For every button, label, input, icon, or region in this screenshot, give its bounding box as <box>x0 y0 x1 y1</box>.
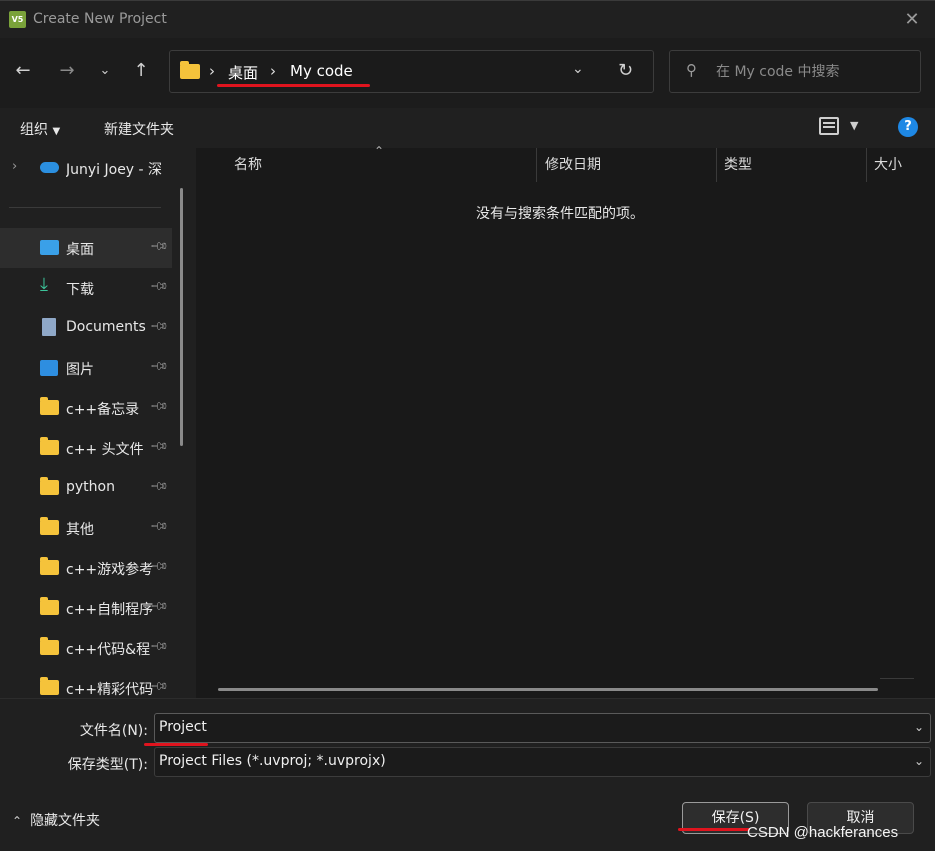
new-folder-button[interactable]: 新建文件夹 <box>104 119 174 139</box>
sidebar-item-pictures[interactable]: 图片 📌︎ <box>0 348 172 388</box>
filetype-label: 保存类型(T): <box>67 757 148 773</box>
chevron-down-icon[interactable]: ⌄ <box>572 61 584 77</box>
column-divider[interactable] <box>716 148 717 182</box>
folder-icon <box>40 557 59 575</box>
help-icon[interactable]: ? <box>898 117 918 137</box>
sidebar-item-label: Junyi Joey - 深 <box>66 162 163 178</box>
sidebar-item-desktop[interactable]: 桌面 📌︎ <box>0 228 172 268</box>
filename-value: Project <box>159 719 207 735</box>
sidebar-item-downloads[interactable]: ⤓ 下载 📌︎ <box>0 268 172 308</box>
sidebar-item-folder[interactable]: c++ 头文件 📌︎ <box>0 428 172 468</box>
watermark: CSDN @hackferances <box>747 824 899 841</box>
folder-icon <box>40 437 59 455</box>
column-divider[interactable] <box>866 148 867 182</box>
arrow-left-icon[interactable]: ← <box>10 58 36 84</box>
sidebar-item-onedrive[interactable]: › Junyi Joey - 深 <box>0 148 172 188</box>
sidebar-item-folder[interactable]: 其他 📌︎ <box>0 508 172 548</box>
file-list: ⌃ 名称 修改日期 类型 大小 没有与搜索条件匹配的项。 <box>196 144 935 698</box>
desktop-icon <box>40 240 59 255</box>
folder-icon <box>40 677 59 695</box>
sidebar-item-label: 图片 <box>66 362 94 378</box>
window-title: Create New Project <box>33 11 167 27</box>
refresh-icon[interactable]: ↻ <box>618 60 633 81</box>
folder-icon <box>40 637 59 655</box>
filename-field[interactable]: Project ⌄ <box>154 713 931 743</box>
download-icon: ⤓ <box>40 274 48 295</box>
sidebar-item-label: c++代码&程 <box>66 642 151 658</box>
column-header-type[interactable]: 类型 <box>724 154 752 174</box>
search-box[interactable]: ⚲ <box>669 50 921 93</box>
save-form: 文件名(N): Project ⌄ 保存类型(T): Project Files… <box>0 698 935 851</box>
organize-label: 组织 <box>20 122 48 138</box>
column-header-size[interactable]: 大小 <box>874 154 902 174</box>
chevron-right-icon[interactable]: › <box>12 159 17 174</box>
sidebar-item-label: python <box>66 479 115 495</box>
folder-icon <box>40 597 59 615</box>
sidebar-item-label: 桌面 <box>66 242 94 258</box>
filetype-select[interactable]: Project Files (*.uvproj; *.uvprojx) ⌄ <box>154 747 931 777</box>
empty-message: 没有与搜索条件匹配的项。 <box>476 206 644 222</box>
arrow-up-icon[interactable]: ↑ <box>128 58 154 84</box>
filename-label: 文件名(N): <box>79 723 148 739</box>
close-icon[interactable]: ✕ <box>901 9 923 31</box>
sidebar-divider <box>9 207 161 208</box>
scroll-end-line <box>880 678 914 679</box>
sidebar-item-documents[interactable]: Documents 📌︎ <box>0 308 172 348</box>
document-icon <box>42 318 56 336</box>
horizontal-scrollbar[interactable] <box>218 688 878 691</box>
breadcrumb-desktop[interactable]: 桌面 <box>228 62 258 83</box>
caret-down-icon[interactable]: ▼ <box>850 119 858 132</box>
annotation-underline <box>144 743 208 746</box>
annotation-underline <box>678 828 750 831</box>
chevron-down-icon[interactable]: ⌄ <box>914 754 924 768</box>
sidebar-item-label: c++ 头文件 <box>66 442 144 458</box>
search-icon: ⚲ <box>686 61 697 79</box>
view-list-icon[interactable] <box>819 117 839 135</box>
folder-icon <box>180 61 200 79</box>
cloud-icon <box>40 162 59 173</box>
navigation-pane: › Junyi Joey - 深 桌面 📌︎ ⤓ 下载 📌︎ Documents… <box>0 148 195 698</box>
hide-folders-toggle[interactable]: ⌃ 隐藏文件夹 <box>12 810 100 830</box>
title-bar: V5 Create New Project ✕ <box>0 0 935 38</box>
chevron-down-icon[interactable]: ⌄ <box>914 720 924 734</box>
folder-icon <box>40 477 59 495</box>
breadcrumb-my-code[interactable]: My code <box>290 62 353 80</box>
chevron-down-icon[interactable]: ⌄ <box>92 58 118 84</box>
sidebar-item-label: c++游戏参考 <box>66 562 154 578</box>
app-icon: V5 <box>9 11 26 28</box>
sidebar-item-label: c++备忘录 <box>66 402 140 418</box>
breadcrumb-separator: › <box>270 62 276 80</box>
sidebar-item-label: 其他 <box>66 522 94 538</box>
folder-icon <box>40 517 59 535</box>
annotation-underline <box>217 84 370 87</box>
column-header-name[interactable]: 名称 <box>234 154 262 174</box>
sidebar-item-folder[interactable]: c++精彩代码 📌︎ <box>0 668 172 698</box>
column-header-date[interactable]: 修改日期 <box>545 154 601 174</box>
sidebar-item-label: c++精彩代码 <box>66 682 154 698</box>
search-input[interactable] <box>716 60 906 84</box>
pictures-icon <box>40 360 58 376</box>
sidebar-item-folder[interactable]: c++游戏参考 📌︎ <box>0 548 172 588</box>
breadcrumb-separator: › <box>209 62 215 80</box>
hide-folders-label: 隐藏文件夹 <box>30 813 101 829</box>
folder-icon <box>40 397 59 415</box>
sort-caret-icon: ⌃ <box>374 144 385 158</box>
sidebar-item-folder[interactable]: c++代码&程 📌︎ <box>0 628 172 668</box>
chevron-up-icon: ⌃ <box>12 814 23 828</box>
sidebar-scrollbar[interactable] <box>180 188 183 446</box>
sidebar-item-label: c++自制程序 <box>66 602 154 618</box>
sidebar-item-folder[interactable]: python 📌︎ <box>0 468 172 508</box>
sidebar-item-label: 下载 <box>66 282 94 298</box>
organize-menu[interactable]: 组织 ▼ <box>20 119 60 139</box>
filetype-value: Project Files (*.uvproj; *.uvprojx) <box>159 753 386 769</box>
command-bar: 组织 ▼ 新建文件夹 ▼ ? <box>0 108 935 148</box>
sidebar-item-folder[interactable]: c++备忘录 📌︎ <box>0 388 172 428</box>
arrow-right-icon[interactable]: → <box>54 58 80 84</box>
sidebar-item-label: Documents <box>66 319 146 335</box>
navigation-bar: ← → ⌄ ↑ › 桌面 › My code ⌄ ↻ ⚲ <box>0 38 935 108</box>
sidebar-item-folder[interactable]: c++自制程序 📌︎ <box>0 588 172 628</box>
caret-down-icon: ▼ <box>52 126 61 137</box>
column-divider[interactable] <box>536 148 537 182</box>
